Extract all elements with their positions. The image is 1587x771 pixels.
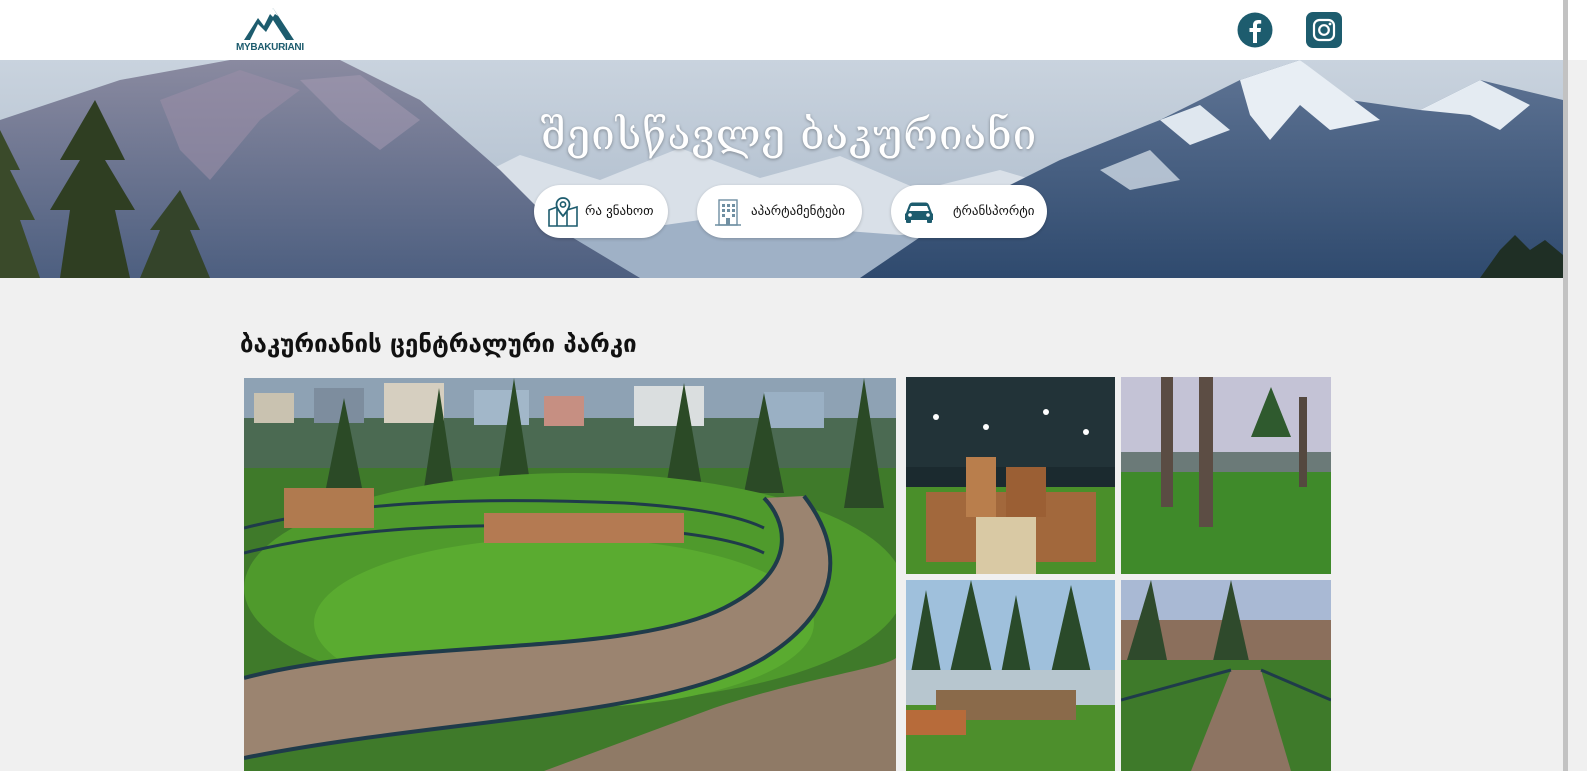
mountain-logo-icon	[244, 8, 294, 40]
transport-label: ტრანსპორტი	[953, 204, 1035, 219]
building-icon	[710, 194, 746, 230]
what-to-see-button[interactable]: რა ვნახოთ	[534, 185, 668, 238]
scrollbar-thumb[interactable]	[1563, 0, 1568, 771]
map-pin-icon	[545, 194, 581, 230]
mountain-background-image	[0, 60, 1563, 278]
apartments-label: აპარტამენტები	[751, 204, 846, 219]
mybakuriani-logo[interactable]: MYBAKURIANI	[236, 4, 304, 54]
logo-text: MYBAKURIANI	[236, 42, 304, 53]
park-photo-walkway[interactable]	[1121, 580, 1331, 771]
what-to-see-label: რა ვნახოთ	[585, 204, 654, 219]
section-title: ბაკურიანის ცენტრალური პარკი	[240, 330, 637, 358]
instagram-link[interactable]	[1306, 12, 1342, 48]
instagram-icon	[1306, 12, 1342, 48]
car-icon	[901, 194, 937, 230]
facebook-icon	[1237, 12, 1273, 48]
apartments-button[interactable]: აპარტამენტები	[697, 185, 862, 238]
park-photo-lawn[interactable]	[1121, 377, 1331, 574]
hero-banner: შეისწავლე ბაკურიანი რა ვნახოთ აპარტამენტ…	[0, 60, 1563, 278]
transport-button[interactable]: ტრანსპორტი	[891, 185, 1047, 238]
top-navigation-bar: MYBAKURIANI	[0, 0, 1587, 60]
facebook-link[interactable]	[1237, 12, 1273, 48]
hero-title: შეისწავლე ბაკურიანი	[540, 110, 1038, 159]
park-photo-pine-trees[interactable]	[906, 580, 1115, 771]
park-photo-playground-night[interactable]	[906, 377, 1115, 574]
park-main-photo[interactable]	[244, 378, 896, 771]
